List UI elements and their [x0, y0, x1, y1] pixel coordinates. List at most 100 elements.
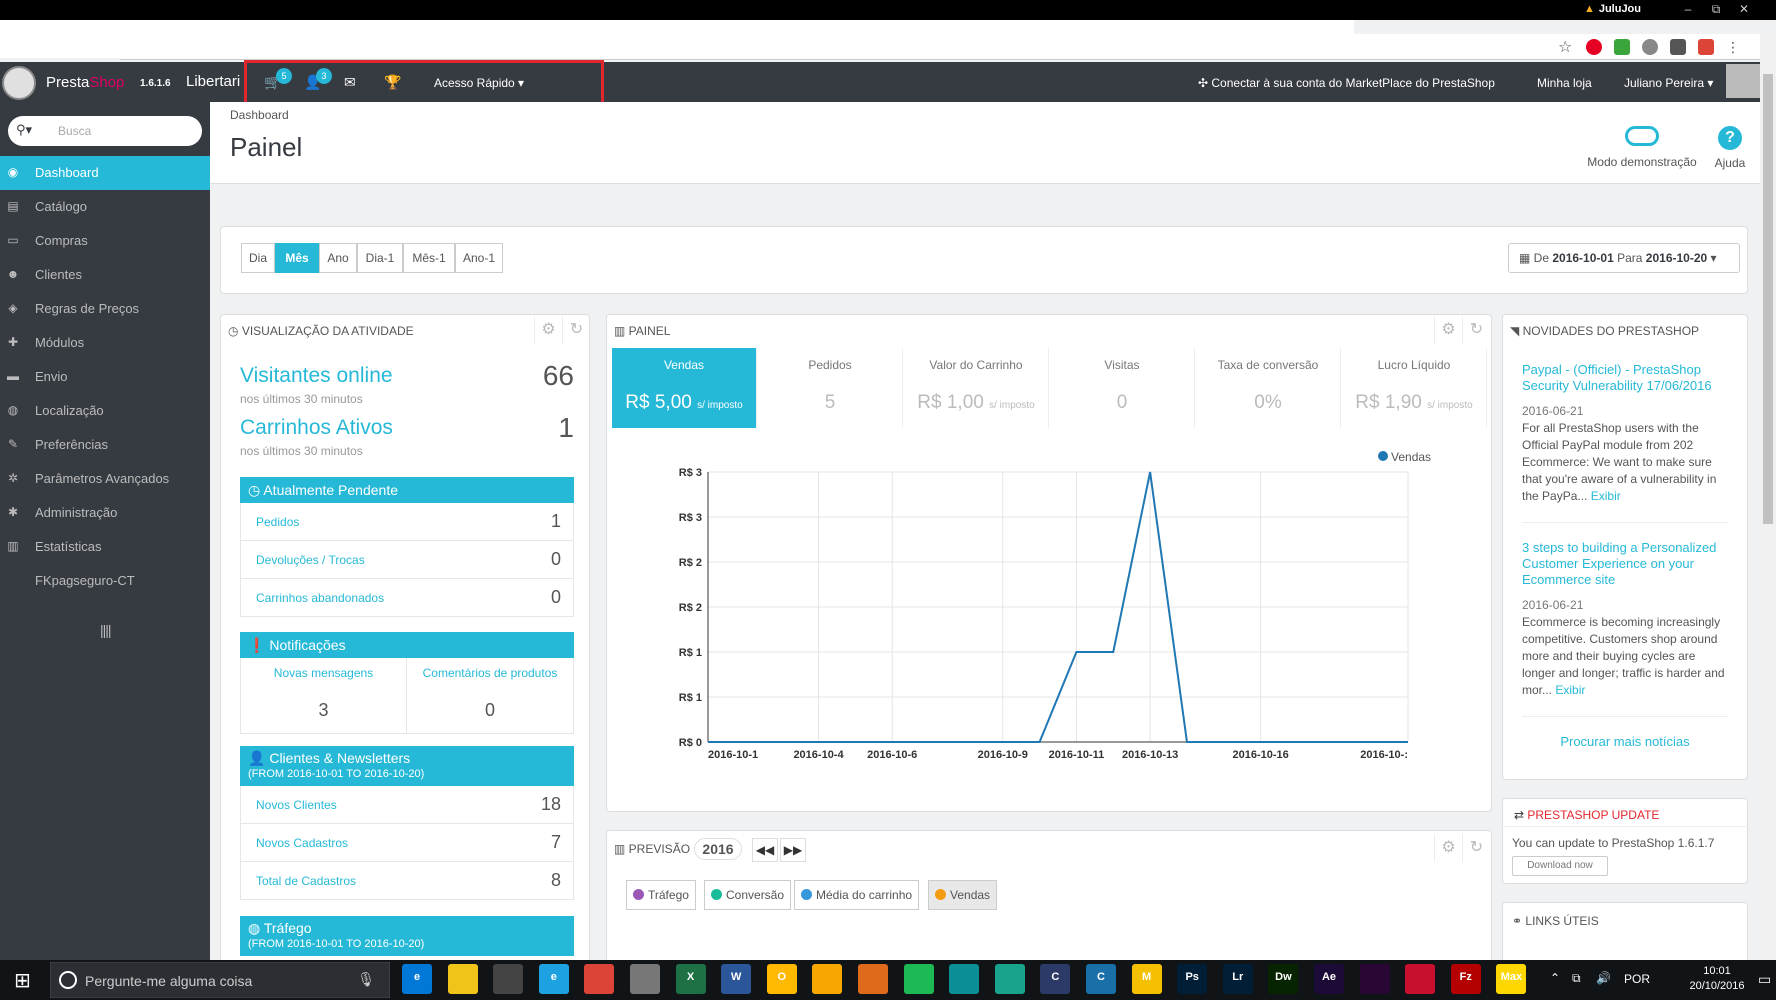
refresh-icon[interactable]: ↻: [1462, 834, 1490, 862]
abandoned-carts-row[interactable]: Carrinhos abandonados 0: [240, 579, 574, 617]
globe-extension-icon[interactable]: [1642, 39, 1658, 55]
collapse-menu-icon[interactable]: ||||: [100, 622, 112, 638]
kpi-taxa-de-convers-o[interactable]: Taxa de conversão 0%: [1196, 348, 1341, 428]
close-button[interactable]: ✕: [1730, 0, 1758, 18]
windows-start-icon[interactable]: ⊞: [14, 968, 31, 993]
maya-icon[interactable]: [949, 964, 980, 994]
sidebar-item-regras-de-pre-os[interactable]: ◈ Regras de Preços: [0, 292, 210, 326]
network-icon[interactable]: ⧉: [1572, 971, 1581, 986]
news-item-title[interactable]: Paypal - (Officiel) - PrestaShop Securit…: [1522, 362, 1728, 394]
sidebar-item-envio[interactable]: ▬ Envio: [0, 360, 210, 394]
clock[interactable]: 10:01 20/10/2016: [1686, 964, 1748, 994]
settings-icon[interactable]: ⚙: [534, 316, 562, 344]
sidebar-item-prefer-ncias[interactable]: ✎ Preferências: [0, 428, 210, 462]
pinterest-icon[interactable]: [1586, 39, 1602, 55]
premiere-icon[interactable]: [1359, 964, 1390, 994]
settings-icon[interactable]: ⚙: [1434, 834, 1462, 862]
tray-arrow-icon[interactable]: ⌃: [1550, 971, 1560, 985]
period-prev-day-button[interactable]: Dia-1: [357, 243, 403, 273]
legend-cart-average-button[interactable]: Média do carrinho: [794, 880, 920, 910]
refresh-icon[interactable]: ↻: [1462, 316, 1490, 344]
sidebar-item-m-dulos[interactable]: ✚ Módulos: [0, 326, 210, 360]
action-center-icon[interactable]: ▭: [1758, 971, 1771, 988]
period-prev-year-button[interactable]: Ano-1: [455, 243, 503, 273]
menu-dots-icon[interactable]: ⋮: [1726, 39, 1740, 55]
minimize-button[interactable]: –: [1674, 0, 1702, 18]
kpi-valor-do-carrinho[interactable]: Valor do Carrinho R$ 1,00 s/ imposto: [904, 348, 1049, 428]
help-button[interactable]: ? Ajuda: [1710, 126, 1750, 170]
active-carts-label[interactable]: Carrinhos Ativos: [240, 416, 393, 440]
kpi-vendas[interactable]: Vendas R$ 5,00 s/ imposto: [612, 348, 757, 428]
chart-legend[interactable]: Vendas: [1378, 450, 1431, 464]
sidebar-item-administra-o[interactable]: ✱ Administração: [0, 496, 210, 530]
spotify-icon[interactable]: [903, 964, 934, 994]
sidebar-item-cat-logo[interactable]: ▤ Catálogo: [0, 190, 210, 224]
sidebar-item-clientes[interactable]: ☻ Clientes: [0, 258, 210, 292]
app-icon[interactable]: [858, 964, 888, 994]
sidebar-item-dashboard[interactable]: ◉ Dashboard: [0, 156, 210, 190]
sidebar-item-compras[interactable]: ▭ Compras: [0, 224, 210, 258]
forecast-year[interactable]: 2016: [694, 838, 742, 860]
settings-icon[interactable]: ⚙: [1434, 316, 1462, 344]
chrome-icon[interactable]: [584, 964, 615, 994]
marketplace-link[interactable]: ✣ Conectar à sua conta do MarketPlace do…: [1198, 76, 1495, 90]
chrome-extension-icon[interactable]: [1698, 39, 1714, 55]
app-icon[interactable]: [630, 964, 660, 994]
period-day-button[interactable]: Dia: [241, 243, 275, 273]
breadcrumb[interactable]: Dashboard: [230, 108, 289, 122]
sidebar-item-localiza-o[interactable]: ◍ Localização: [0, 394, 210, 428]
period-month-button[interactable]: Mês: [275, 243, 319, 273]
sidebar-item-fkpagseguro-ct[interactable]: FKpagseguro-CT: [0, 564, 210, 598]
date-range-picker[interactable]: ▦ De 2016-10-01 Para 2016-10-20 ▾: [1508, 243, 1740, 273]
visitors-online-label[interactable]: Visitantes online: [240, 364, 393, 388]
store-icon[interactable]: [493, 964, 524, 994]
extension-icon[interactable]: [1670, 39, 1686, 55]
app-icon[interactable]: [1405, 964, 1436, 994]
maya-icon[interactable]: [994, 964, 1025, 994]
prestashop-logo-icon[interactable]: [2, 66, 36, 100]
explorer-icon[interactable]: [447, 964, 478, 994]
more-news-link[interactable]: Procurar mais notícias: [1502, 734, 1748, 749]
news-more-link[interactable]: Exibir: [1591, 489, 1621, 503]
microphone-icon[interactable]: 🎙: [357, 971, 375, 988]
new-clients-row[interactable]: Novos Clientes 18: [240, 786, 574, 824]
period-year-button[interactable]: Ano: [319, 243, 357, 273]
language-indicator[interactable]: POR: [1624, 972, 1650, 986]
search-icon[interactable]: ⚲▾: [16, 122, 32, 138]
news-item-title[interactable]: 3 steps to building a Personalized Custo…: [1522, 540, 1728, 588]
scrollbar-thumb[interactable]: [1763, 74, 1773, 524]
extension-icon[interactable]: [1614, 39, 1630, 55]
previous-year-button[interactable]: ◀◀: [752, 838, 778, 862]
cortana-search-box[interactable]: Pergunte-me alguma coisa 🎙: [50, 962, 390, 998]
legend-traffic-button[interactable]: Tráfego: [626, 880, 696, 910]
download-now-button[interactable]: Download now: [1512, 856, 1608, 876]
search-input[interactable]: ⚲▾ Busca: [8, 116, 202, 146]
product-comments-cell[interactable]: Comentários de produtos 0: [407, 658, 573, 734]
pending-returns-row[interactable]: Devoluções / Trocas 0: [240, 541, 574, 579]
user-menu[interactable]: Juliano Pereira ▾: [1624, 76, 1713, 90]
volume-icon[interactable]: 🔊: [1596, 971, 1611, 985]
new-subscriptions-row[interactable]: Novos Cadastros 7: [240, 824, 574, 862]
period-prev-month-button[interactable]: Mês-1: [403, 243, 455, 273]
page-scrollbar[interactable]: [1760, 34, 1776, 964]
bookmark-star-icon[interactable]: ☆: [1558, 37, 1572, 57]
kpi-pedidos[interactable]: Pedidos 5: [758, 348, 903, 428]
app-icon[interactable]: [812, 964, 843, 994]
my-shop-link[interactable]: Minha loja: [1537, 76, 1592, 90]
sidebar-item-par-metros-avan-ados[interactable]: ✲ Parâmetros Avançados: [0, 462, 210, 496]
shop-name[interactable]: Libertari: [186, 73, 240, 90]
legend-sales-button[interactable]: Vendas: [928, 880, 998, 910]
total-subscriptions-row[interactable]: Total de Cadastros 8: [240, 862, 574, 900]
kpi-lucro-l-quido[interactable]: Lucro Líquido R$ 1,90 s/ imposto: [1342, 348, 1487, 428]
avatar[interactable]: [1726, 64, 1760, 98]
address-bar[interactable]: ☆ ⋮: [120, 34, 1776, 60]
refresh-icon[interactable]: ↻: [562, 316, 590, 344]
demo-mode-toggle[interactable]: Modo demonstração: [1582, 126, 1702, 169]
next-year-button[interactable]: ▶▶: [780, 838, 806, 862]
legend-conversion-button[interactable]: Conversão: [704, 880, 792, 910]
new-messages-cell[interactable]: Novas mensagens 3: [241, 658, 407, 734]
pending-orders-row[interactable]: Pedidos 1: [240, 503, 574, 541]
sidebar-item-estat-sticas[interactable]: ▥ Estatísticas: [0, 530, 210, 564]
kpi-visitas[interactable]: Visitas 0: [1050, 348, 1195, 428]
restore-button[interactable]: ⧉: [1702, 0, 1730, 18]
